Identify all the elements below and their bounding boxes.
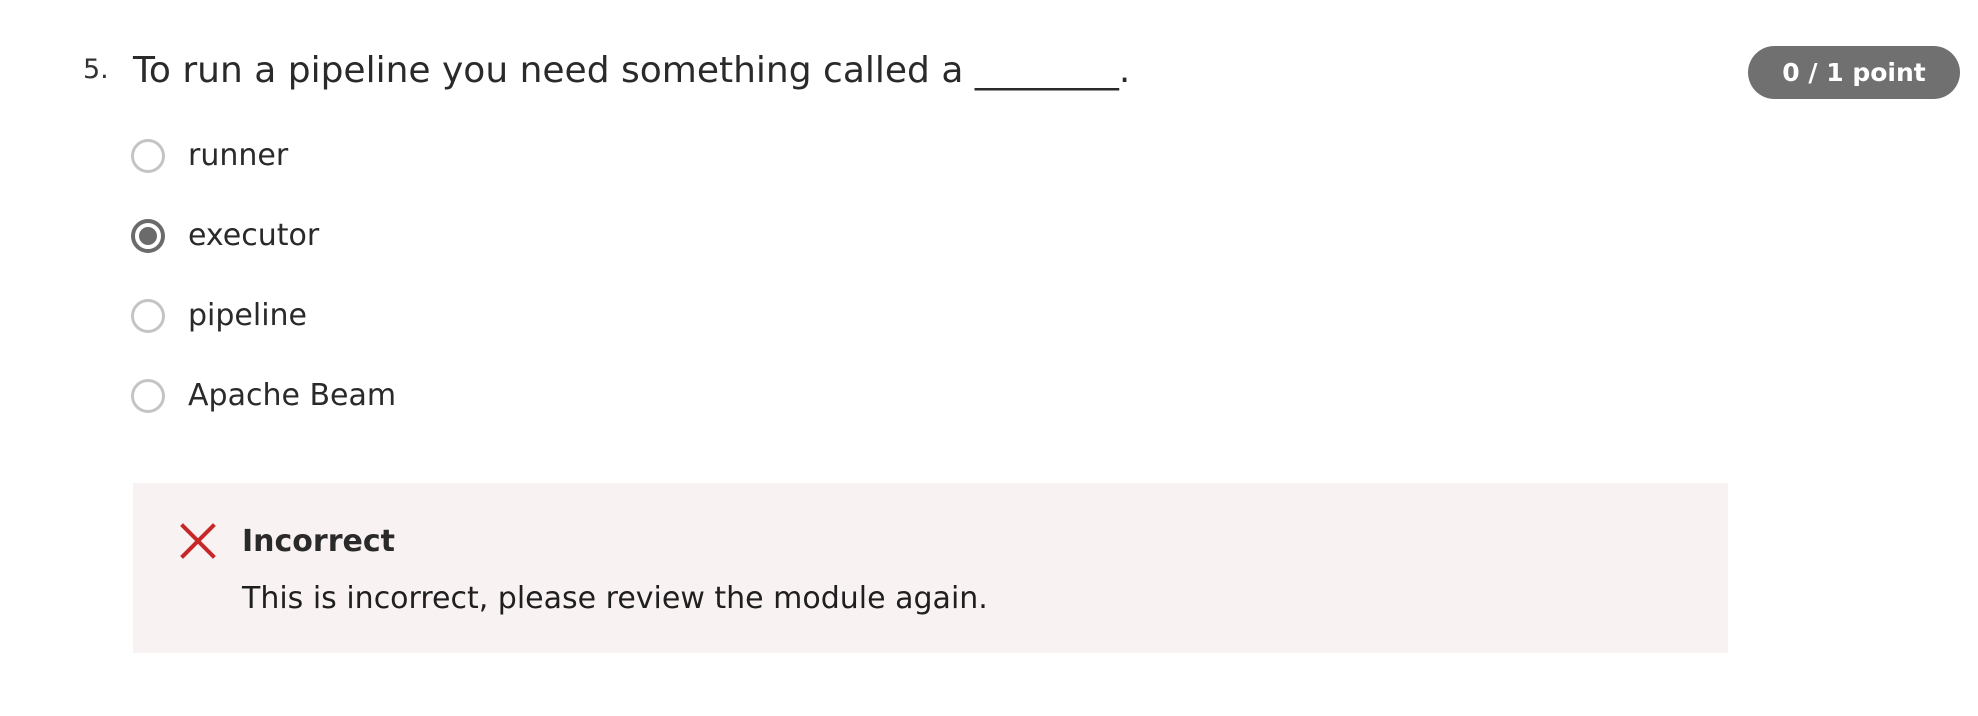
option-label: Apache Beam — [188, 378, 397, 413]
feedback-message: This is incorrect, please review the mod… — [242, 581, 988, 616]
radio-button[interactable] — [131, 378, 165, 413]
radio-button-selected[interactable] — [131, 218, 165, 253]
question-text: To run a pipeline you need something cal… — [133, 50, 1131, 91]
question-number: 5. — [83, 54, 109, 85]
radio-button[interactable] — [131, 138, 165, 173]
feedback-title: Incorrect — [242, 524, 395, 559]
option-label: pipeline — [188, 298, 308, 333]
close-icon — [180, 523, 216, 559]
feedback-panel: Incorrect This is incorrect, please revi… — [133, 483, 1728, 653]
option-label: runner — [188, 138, 289, 173]
option-runner[interactable]: runner — [131, 138, 288, 173]
score-badge: 0 / 1 point — [1748, 46, 1960, 99]
radio-button[interactable] — [131, 298, 165, 333]
option-apache-beam[interactable]: Apache Beam — [131, 378, 396, 413]
option-pipeline[interactable]: pipeline — [131, 298, 307, 333]
option-executor[interactable]: executor — [131, 218, 319, 253]
option-label: executor — [188, 218, 320, 253]
